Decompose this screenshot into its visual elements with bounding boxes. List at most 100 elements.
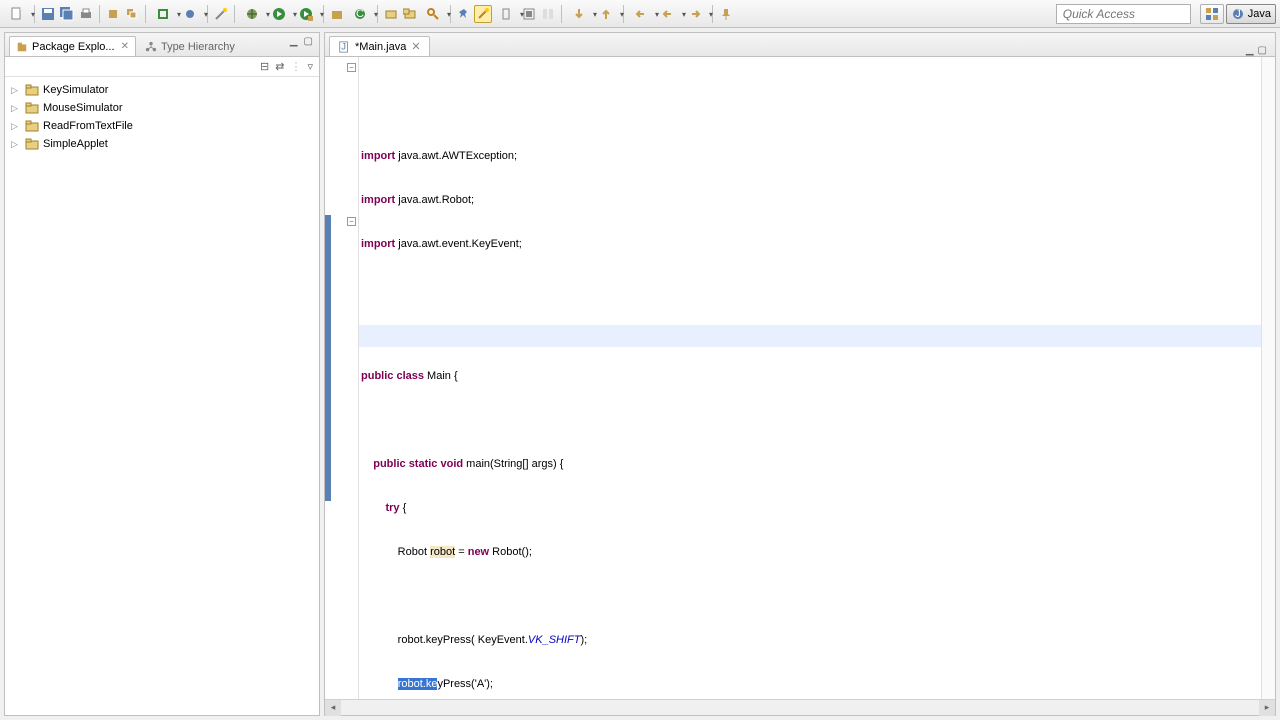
editor-body[interactable]: − − import java.awt.AWTException; import… (325, 57, 1275, 699)
back-button[interactable]: ▾ (655, 5, 681, 23)
build-all-button[interactable] (123, 5, 141, 23)
code-token: VK_SHIFT (528, 634, 581, 646)
perspective-label: Java (1248, 8, 1271, 20)
save-button[interactable] (39, 5, 57, 23)
tree-item-project[interactable]: ▷ ReadFromTextFile (7, 117, 317, 135)
show-whitespace-button[interactable] (539, 5, 557, 23)
type-hierarchy-tab-label: Type Hierarchy (161, 41, 235, 53)
new-class-button[interactable]: C▾ (347, 5, 373, 23)
tree-item-project[interactable]: ▷ SimpleApplet (7, 135, 317, 153)
minimize-editor-icon[interactable]: ▁ (1246, 45, 1254, 56)
filters-icon[interactable]: ⋮ (290, 60, 301, 73)
prev-annotation-button[interactable]: ▾ (593, 5, 619, 23)
fold-toggle-icon[interactable]: − (347, 63, 356, 72)
java-perspective-button[interactable]: J Java (1226, 4, 1276, 24)
quick-access[interactable] (1056, 4, 1191, 24)
magic-wand-button[interactable] (212, 5, 230, 23)
package-explorer-toolbar: ⊟ ⇄ ⋮ ▿ (5, 57, 319, 77)
run-last-button[interactable]: ▾ (293, 5, 319, 23)
code-token: Robot (361, 546, 430, 558)
code-token: robot.keyPress( KeyEvent. (361, 634, 528, 646)
project-folder-icon (25, 137, 39, 151)
scroll-left-icon[interactable]: ◂ (325, 700, 341, 716)
code-token: public (373, 458, 405, 470)
horizontal-scrollbar[interactable]: ◂ ▸ (325, 699, 1275, 715)
print-button[interactable] (77, 5, 95, 23)
expand-arrow-icon[interactable]: ▷ (11, 103, 21, 114)
expand-arrow-icon[interactable]: ▷ (11, 121, 21, 132)
code-token: class (396, 370, 424, 382)
close-icon[interactable]: ✕ (121, 41, 129, 52)
svg-text:C: C (356, 8, 364, 20)
expand-arrow-icon[interactable]: ▷ (11, 85, 21, 96)
package-explorer-view: Package Explo... ✕ Type Hierarchy ▁ ▢ ⊟ … (4, 32, 320, 716)
code-token: java.awt.AWTException; (395, 150, 517, 162)
svg-text:J: J (1235, 8, 1241, 20)
code-token: new (468, 546, 489, 558)
left-panel-tabs: Package Explo... ✕ Type Hierarchy ▁ ▢ (5, 33, 319, 57)
code-token: import (361, 150, 395, 162)
annotation-nav-button[interactable]: ▾ (493, 5, 519, 23)
save-all-button[interactable] (58, 5, 76, 23)
editor-area: J *Main.java ✕ ▁ ▢ − − import java.awt.A… (324, 32, 1276, 716)
tree-item-project[interactable]: ▷ KeySimulator (7, 81, 317, 99)
code-token: robot (430, 546, 455, 558)
collapse-all-icon[interactable]: ⊟ (260, 60, 269, 73)
run-button[interactable]: ▾ (266, 5, 292, 23)
minimize-view-icon[interactable]: ▁ (290, 36, 298, 47)
pin-button[interactable] (455, 5, 473, 23)
code-editor[interactable]: import java.awt.AWTException; import jav… (359, 57, 1275, 699)
code-token: { (400, 502, 407, 514)
main-toolbar: ▾ ▾ ▾ ▾ ▾ ▾ C▾ ▾ ▾ ▾ ▾ ▾ ▾ ▾ J Java (0, 0, 1280, 28)
next-annotation-button[interactable]: ▾ (566, 5, 592, 23)
maximize-editor-icon[interactable]: ▢ (1258, 45, 1267, 56)
new-package-button[interactable] (328, 5, 346, 23)
open-type-button[interactable] (382, 5, 400, 23)
open-task-button[interactable] (401, 5, 419, 23)
toggle-breakpoint-button[interactable]: ▾ (150, 5, 176, 23)
quick-access-input[interactable] (1056, 4, 1191, 24)
code-token: main(String[] args) { (463, 458, 563, 470)
code-token: Robot(); (489, 546, 532, 558)
search-button[interactable]: ▾ (420, 5, 446, 23)
editor-gutter[interactable]: − − (325, 57, 359, 699)
skip-breakpoints-button[interactable]: ▾ (177, 5, 203, 23)
maximize-view-icon[interactable]: ▢ (304, 36, 313, 47)
open-perspective-button[interactable] (1200, 4, 1224, 24)
project-folder-icon (25, 119, 39, 133)
workspace: Package Explo... ✕ Type Hierarchy ▁ ▢ ⊟ … (0, 28, 1280, 720)
tree-item-project[interactable]: ▷ MouseSimulator (7, 99, 317, 117)
view-menu-icon[interactable]: ▿ (307, 60, 313, 73)
scroll-right-icon[interactable]: ▸ (1259, 700, 1275, 716)
last-edit-button[interactable]: ▾ (628, 5, 654, 23)
code-token: ); (580, 634, 587, 646)
editor-tab-filename: *Main.java (355, 41, 406, 53)
code-token: import (361, 194, 395, 206)
toggle-mark-button[interactable] (474, 5, 492, 23)
tree-item-label: MouseSimulator (43, 102, 122, 114)
forward-button[interactable]: ▾ (682, 5, 708, 23)
editor-tab-main[interactable]: J *Main.java ✕ (329, 36, 430, 56)
code-token: import (361, 238, 395, 250)
toggle-block-button[interactable] (520, 5, 538, 23)
text-selection: robot.ke (398, 678, 438, 690)
fold-toggle-icon[interactable]: − (347, 217, 356, 226)
project-tree: ▷ KeySimulator ▷ MouseSimulator ▷ ReadFr… (5, 77, 319, 157)
code-token: static (409, 458, 438, 470)
code-token: java.awt.Robot; (395, 194, 474, 206)
type-hierarchy-tab[interactable]: Type Hierarchy (138, 36, 242, 56)
code-token: Main { (424, 370, 458, 382)
link-editor-icon[interactable]: ⇄ (275, 60, 284, 73)
new-button[interactable]: ▾ (4, 5, 30, 23)
code-token: = (455, 546, 468, 558)
build-button[interactable] (104, 5, 122, 23)
project-folder-icon (25, 101, 39, 115)
editor-tabs: J *Main.java ✕ ▁ ▢ (325, 33, 1275, 57)
hierarchy-icon (145, 41, 157, 53)
expand-arrow-icon[interactable]: ▷ (11, 139, 21, 150)
close-icon[interactable]: ✕ (411, 40, 420, 53)
package-explorer-tab[interactable]: Package Explo... ✕ (9, 36, 136, 56)
debug-button[interactable]: ▾ (239, 5, 265, 23)
pin-editor-button[interactable] (717, 5, 735, 23)
package-icon (16, 41, 28, 53)
